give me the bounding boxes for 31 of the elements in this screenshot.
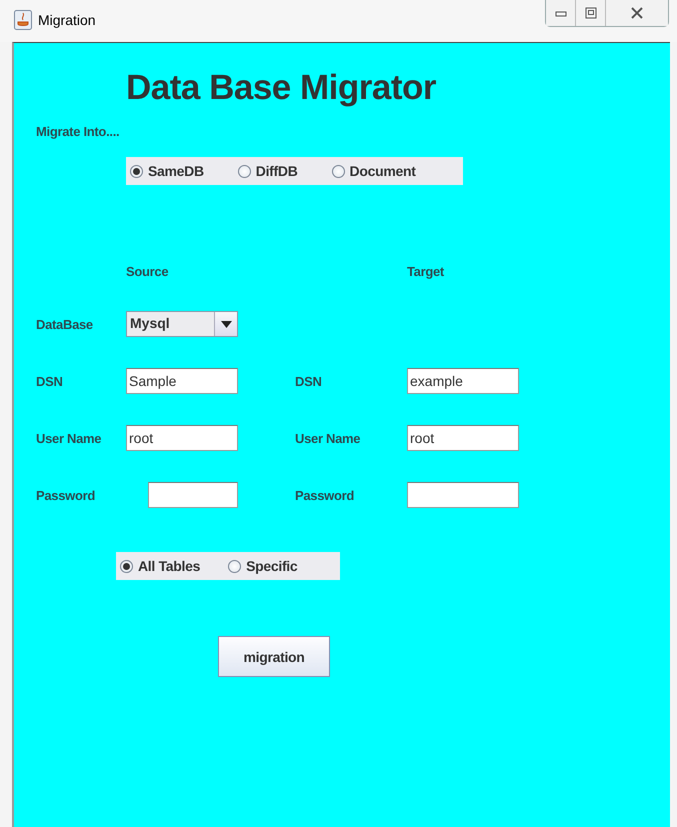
source-heading: Source [126,264,170,278]
input-field[interactable]: Sample [126,368,238,394]
java-icon [14,10,32,30]
input-field[interactable]: example [407,368,519,394]
migrate-into-label: Migrate Into.... [36,124,120,139]
field-label: DSN [36,374,64,388]
database-dropdown[interactable]: Mysql [126,311,238,337]
radio-option[interactable]: All Tables [120,558,200,574]
radio-option[interactable]: Specific [228,558,298,574]
window-title: Migration [38,12,96,28]
field-label: User Name [295,430,362,446]
target-heading: Target [407,264,445,278]
radio-option[interactable]: SameDB [130,163,204,179]
input-field[interactable]: root [126,425,238,451]
app-heading: Data Base Migrator [126,68,436,108]
field-label: DSN [295,374,323,388]
input-field[interactable] [148,482,238,508]
maximize-icon [584,7,596,19]
input-field[interactable]: root [407,425,519,451]
field-label: DataBase [36,316,94,332]
minimize-icon [554,9,566,17]
field-label: Password [36,488,96,502]
migration-button[interactable]: migration [218,636,330,677]
field-label: User Name [36,430,102,446]
radio-option[interactable]: Document [332,163,416,179]
radio-option[interactable]: DiffDB [238,163,298,179]
field-label: Password [295,488,356,502]
input-field[interactable] [407,482,519,508]
close-icon [630,7,644,19]
minimize-button[interactable] [546,0,576,26]
dropdown-arrow-icon [220,320,232,328]
